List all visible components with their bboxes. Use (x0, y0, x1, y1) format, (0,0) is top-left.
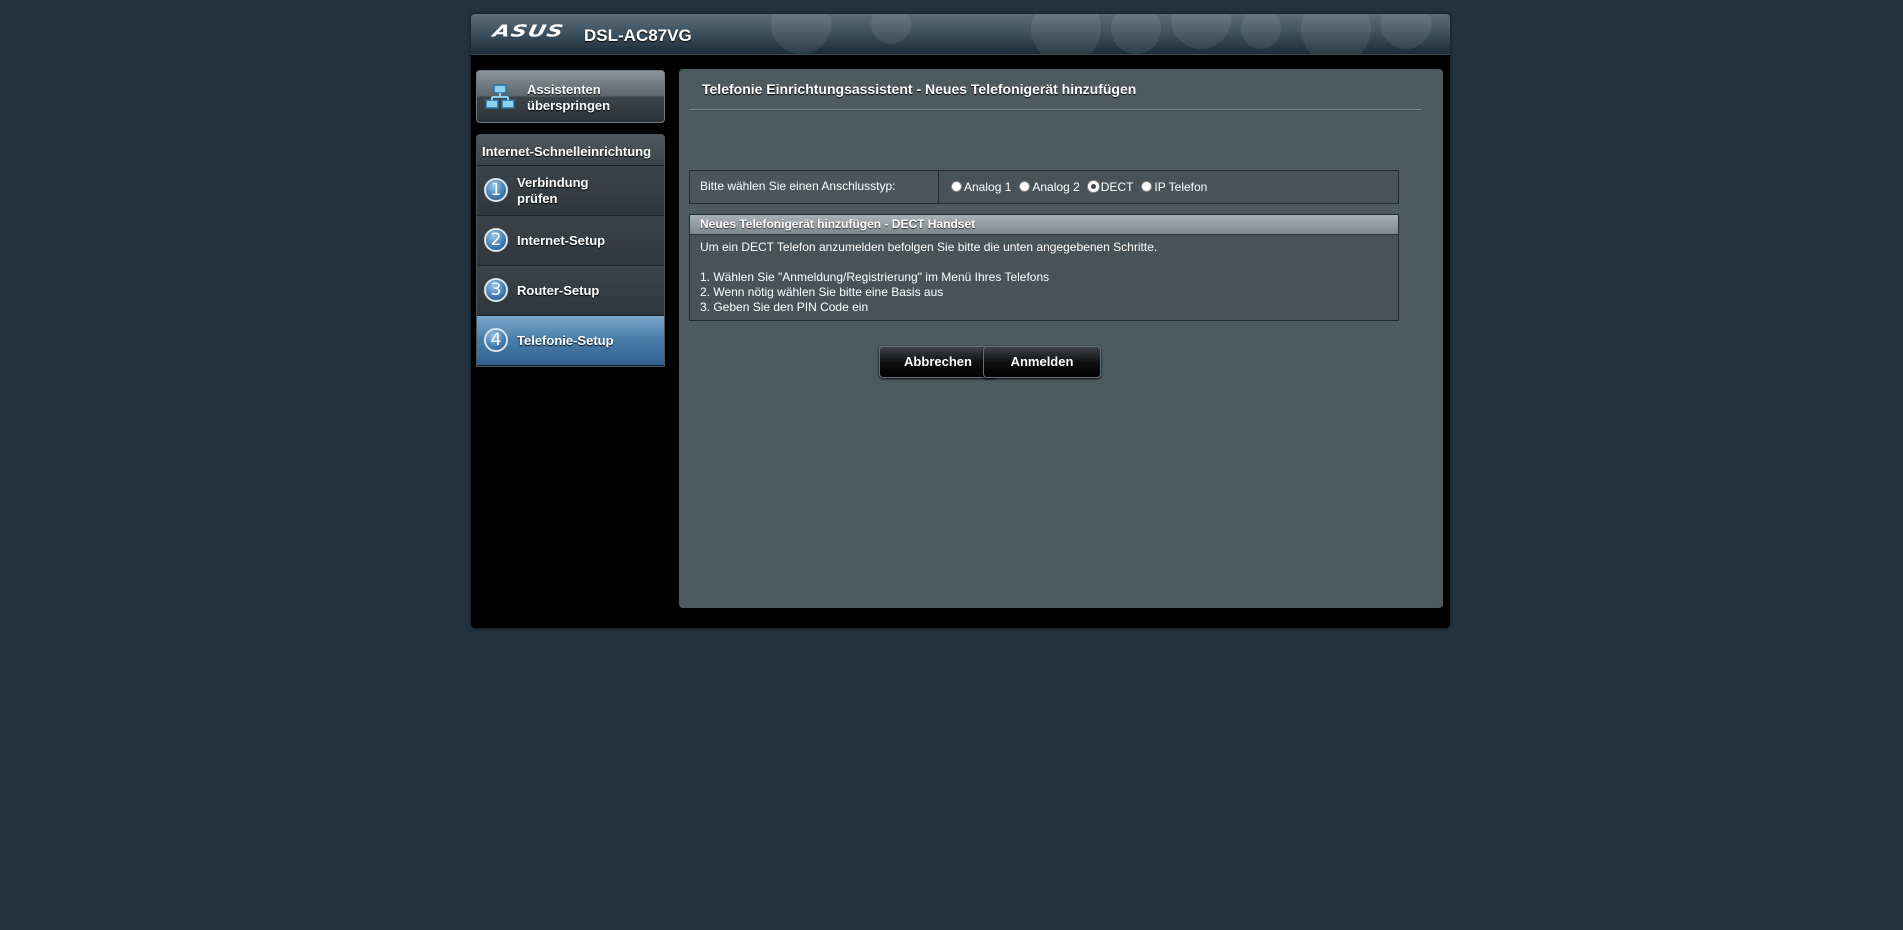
cancel-button[interactable]: Abbrechen (879, 346, 997, 378)
step-label: Router-Setup (517, 282, 600, 298)
main-panel: Telefonie Einrichtungsassistent - Neues … (679, 69, 1443, 608)
info-intro: Um ein DECT Telefon anzumelden befolgen … (700, 240, 1158, 254)
step-label: Internet-Setup (517, 232, 606, 248)
radio-button[interactable] (1087, 180, 1099, 192)
step-number-icon: 4 (484, 328, 508, 352)
sidebar-step-4[interactable]: 4 Telefonie-Setup (477, 316, 664, 366)
sidebar-step-3[interactable]: 3 Router-Setup (477, 266, 664, 316)
asus-logo: ASUS (491, 22, 566, 41)
info-step: 3. Geben Sie den PIN Code ein (700, 300, 869, 314)
step-label: Verbindung prüfen (517, 174, 589, 206)
page-title: Telefonie Einrichtungsassistent - Neues … (702, 81, 1137, 97)
connection-type-row: Bitte wählen Sie einen Anschlusstyp: Ana… (689, 170, 1399, 204)
network-icon (485, 84, 515, 109)
radio-label: Analog 1 (964, 180, 1012, 194)
header-bar: ASUS DSL-AC87VG (471, 14, 1450, 55)
sidebar-step-1[interactable]: 1 Verbindung prüfen (477, 166, 664, 216)
radio-option[interactable]: Analog 1 (951, 180, 1011, 194)
step-number-icon: 2 (484, 228, 508, 252)
radio-label: Analog 2 (1032, 180, 1080, 194)
dect-info-box: Neues Telefonigerät hinzufügen - DECT Ha… (689, 214, 1399, 321)
connection-type-label: Bitte wählen Sie einen Anschlusstyp: (690, 171, 939, 203)
router-window: ASUS DSL-AC87VG Assistenten überspringen… (471, 14, 1450, 628)
model-name: DSL-AC87VG (584, 26, 692, 45)
quicksetup-title: Internet-Schnelleinrichtung (477, 135, 664, 166)
quicksetup-panel: Internet-Schnelleinrichtung 1 Verbindung … (476, 134, 665, 367)
connection-type-options: Analog 1 Analog 2 DECT IP Telefon (939, 171, 1398, 203)
radio-option[interactable]: DECT (1087, 180, 1134, 194)
info-box-body: Um ein DECT Telefon anzumelden befolgen … (690, 235, 1398, 315)
step-label: Telefonie-Setup (517, 332, 614, 348)
step-number-icon: 1 (484, 178, 508, 202)
info-step: 2. Wenn nötig wählen Sie bitte eine Basi… (700, 285, 944, 299)
radio-button[interactable] (951, 180, 962, 192)
radio-button[interactable] (1141, 180, 1153, 192)
sidebar-step-2[interactable]: 2 Internet-Setup (477, 216, 664, 266)
info-box-title: Neues Telefonigerät hinzufügen - DECT Ha… (690, 215, 1398, 235)
radio-option[interactable]: Analog 2 (1019, 180, 1080, 194)
skip-wizard-button[interactable]: Assistenten überspringen (476, 70, 665, 123)
info-step: 1. Wählen Sie "Anmeldung/Registrierung" … (700, 270, 1050, 284)
register-button[interactable]: Anmelden (983, 346, 1101, 378)
radio-label: IP Telefon (1154, 180, 1208, 194)
skip-wizard-label: Assistenten überspringen (527, 82, 611, 113)
title-divider (689, 109, 1421, 111)
radio-label: DECT (1100, 180, 1134, 194)
step-number-icon: 3 (484, 278, 508, 302)
radio-button[interactable] (1019, 180, 1031, 192)
radio-option[interactable]: IP Telefon (1141, 180, 1207, 194)
